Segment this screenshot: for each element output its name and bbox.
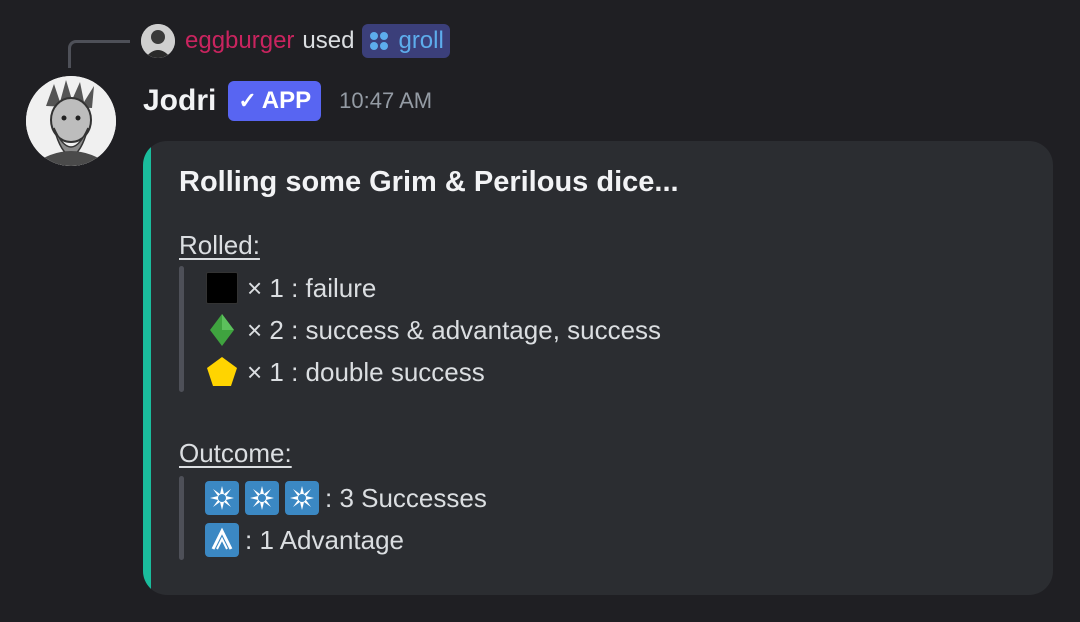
rolled-row-black: × 1 : failure bbox=[205, 269, 376, 307]
author-avatar[interactable] bbox=[26, 76, 116, 166]
reply-connector bbox=[68, 40, 130, 68]
outcome-text: : 1 Advantage bbox=[245, 524, 405, 555]
reply-user-avatar[interactable] bbox=[141, 24, 175, 58]
embed-accent-bar bbox=[143, 141, 151, 595]
reply-context[interactable]: eggburger used groll bbox=[141, 24, 450, 58]
author-name[interactable]: Jodri bbox=[143, 84, 216, 118]
outcome-row-advantage: : 1 Advantage bbox=[205, 521, 404, 559]
app-command-icon bbox=[370, 32, 389, 50]
message-header: Jodri ✓ APP 10:47 AM bbox=[143, 80, 432, 122]
outcome-label: Outcome: bbox=[179, 438, 292, 468]
slash-command-pill[interactable]: groll bbox=[362, 24, 450, 58]
success-star-icon bbox=[245, 481, 279, 515]
rolled-text: × 1 : double success bbox=[247, 356, 485, 387]
rolled-text: × 1 : failure bbox=[247, 272, 377, 303]
rolled-row-yellow: × 1 : double success bbox=[205, 353, 485, 391]
outcome-row-successes: : 3 Successes bbox=[205, 479, 487, 517]
green-diamond-icon bbox=[205, 313, 239, 347]
outcome-quote-bar bbox=[179, 476, 184, 560]
rolled-row-green: × 2 : success & advantage, success bbox=[205, 311, 661, 349]
command-name: groll bbox=[398, 27, 444, 54]
checkmark-icon: ✓ bbox=[238, 88, 257, 113]
roll-embed: Rolling some Grim & Perilous dice... Rol… bbox=[143, 141, 1053, 595]
black-square-icon bbox=[205, 271, 239, 305]
yellow-pentagon-icon bbox=[205, 355, 239, 389]
message-timestamp[interactable]: 10:47 AM bbox=[339, 88, 432, 114]
rolled-text: × 2 : success & advantage, success bbox=[247, 314, 662, 345]
reply-username[interactable]: eggburger bbox=[185, 27, 294, 55]
reply-used-text: used bbox=[302, 27, 355, 54]
advantage-chevron-icon bbox=[205, 523, 239, 557]
app-badge-label: APP bbox=[261, 87, 312, 114]
rolled-label: Rolled: bbox=[179, 230, 260, 260]
rolled-quote-bar bbox=[179, 266, 184, 392]
embed-title: Rolling some Grim & Perilous dice... bbox=[179, 166, 679, 198]
app-badge: ✓ APP bbox=[228, 81, 322, 121]
success-star-icon bbox=[285, 481, 319, 515]
success-star-icon bbox=[205, 481, 239, 515]
outcome-text: : 3 Successes bbox=[325, 482, 487, 513]
